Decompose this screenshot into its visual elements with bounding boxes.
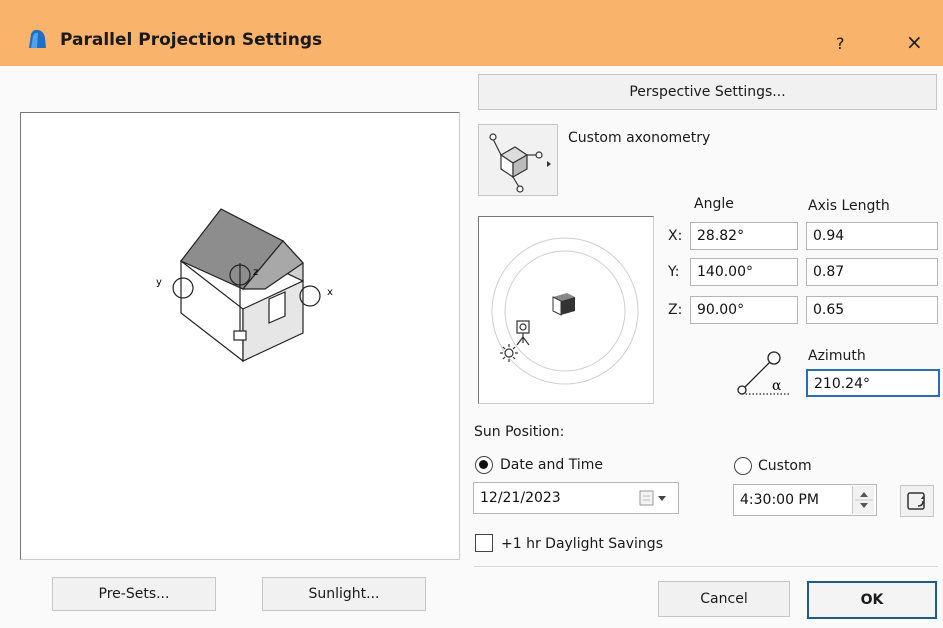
date-time-radio[interactable] <box>475 456 493 474</box>
y-angle-field[interactable]: 140.00° <box>690 258 798 286</box>
axonometry-type-button[interactable] <box>478 124 558 196</box>
time-spinner[interactable] <box>852 486 874 514</box>
cancel-button[interactable]: Cancel <box>658 581 790 617</box>
camera-icon <box>516 320 530 346</box>
azimuth-label: Azimuth <box>808 348 866 364</box>
axonometry-icon <box>489 133 551 193</box>
z-axis-label: z <box>253 267 258 278</box>
cancel-label: Cancel <box>700 591 748 607</box>
divider <box>474 566 938 567</box>
azimuth-field[interactable]: 210.24° <box>806 369 940 397</box>
y-axis-label: y <box>156 277 162 288</box>
x-row-label: X: <box>668 228 683 244</box>
sunlight-label: Sunlight... <box>308 586 380 602</box>
azimuth-icon: α <box>737 351 790 395</box>
custom-radio[interactable] <box>734 457 752 475</box>
perspective-settings-button[interactable]: Perspective Settings... <box>478 74 937 110</box>
daylight-savings-checkbox[interactable] <box>475 534 493 552</box>
ok-button[interactable]: OK <box>807 581 937 619</box>
x-length-field[interactable]: 0.94 <box>806 222 938 250</box>
axonometry-label: Custom axonometry <box>568 130 711 146</box>
calendar-refresh-icon <box>907 492 925 510</box>
close-button[interactable]: × <box>906 30 923 54</box>
presets-label: Pre-Sets... <box>98 586 170 602</box>
axis-length-header: Axis Length <box>808 198 890 214</box>
projection-preview: y z x <box>20 112 460 560</box>
time-value: 4:30:00 PM <box>740 492 819 508</box>
help-button[interactable]: ? <box>836 34 845 53</box>
date-time-label: Date and Time <box>500 457 603 473</box>
archicad-app-icon <box>29 29 46 48</box>
azimuth-compass[interactable] <box>478 216 654 404</box>
z-angle-field[interactable]: 90.00° <box>690 296 798 324</box>
date-value: 12/21/2023 <box>480 490 561 506</box>
y-length-field[interactable]: 0.87 <box>806 258 938 286</box>
presets-button[interactable]: Pre-Sets... <box>52 577 216 611</box>
ok-label: OK <box>860 592 884 608</box>
x-angle-field[interactable]: 28.82° <box>690 222 798 250</box>
alpha-symbol: α <box>772 378 782 394</box>
sunlight-button[interactable]: Sunlight... <box>262 577 426 611</box>
sun-icon <box>500 344 518 362</box>
window-title: Parallel Projection Settings <box>60 30 323 50</box>
x-axis-label: x <box>327 287 333 298</box>
calendar-dropdown-icon[interactable] <box>638 488 670 508</box>
reset-date-button[interactable] <box>900 485 934 517</box>
angle-header: Angle <box>694 196 734 212</box>
z-row-label: Z: <box>668 302 683 318</box>
building-icon <box>552 293 575 316</box>
z-length-field[interactable]: 0.65 <box>806 296 938 324</box>
title-bar: Parallel Projection Settings ? × <box>0 0 943 66</box>
perspective-settings-label: Perspective Settings... <box>629 84 786 100</box>
custom-label: Custom <box>758 458 812 474</box>
sun-position-heading: Sun Position: <box>474 424 565 440</box>
daylight-savings-label: +1 hr Daylight Savings <box>501 536 663 552</box>
house-preview-graphic: y z x <box>156 208 333 363</box>
y-row-label: Y: <box>668 264 680 280</box>
